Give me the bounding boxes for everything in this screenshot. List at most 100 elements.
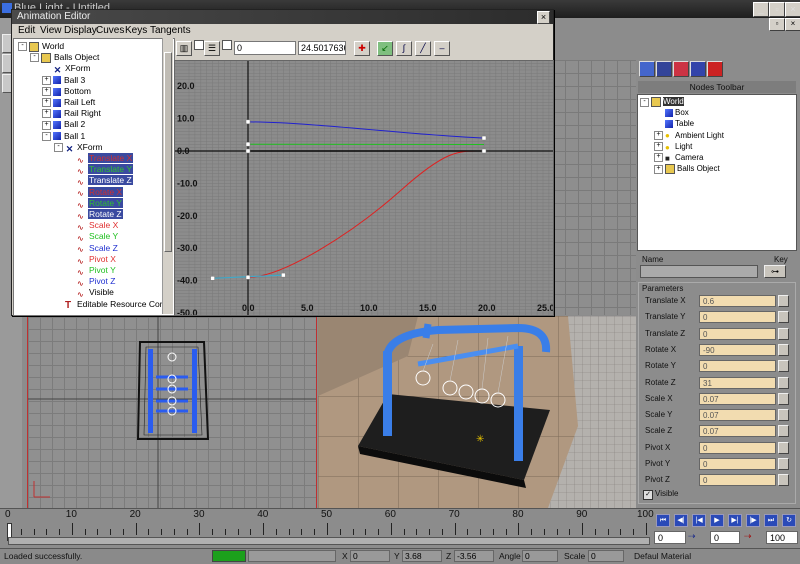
snap-value-checkbox[interactable] bbox=[222, 40, 232, 50]
curve-graph[interactable]: 20.010.00.0-10.0-20.0-30.0-40.0-50.00.05… bbox=[174, 60, 554, 316]
menu-tangents[interactable]: Tangents bbox=[150, 25, 191, 36]
tree-item[interactable]: ∿Scale Z bbox=[66, 243, 119, 254]
tree-item[interactable]: ∿Translate Y bbox=[66, 164, 133, 175]
node-item[interactable]: +●Ambient Light bbox=[654, 131, 724, 141]
tree-item[interactable]: +Bottom bbox=[42, 86, 92, 97]
param-spin-button[interactable] bbox=[778, 311, 789, 323]
tree-item[interactable]: TEditable Resource Con bbox=[54, 299, 165, 310]
param-value-field[interactable]: 31 bbox=[699, 377, 776, 389]
add-key-button[interactable]: ✚ bbox=[354, 41, 370, 56]
visible-checkbox[interactable]: ✓ bbox=[643, 490, 653, 500]
expand-icon[interactable]: + bbox=[654, 153, 663, 162]
menu-edit[interactable]: Edit bbox=[18, 25, 35, 36]
param-spin-button[interactable] bbox=[778, 328, 789, 340]
key-marker[interactable] bbox=[246, 149, 250, 153]
maximize-button[interactable]: ▫ bbox=[769, 2, 785, 17]
param-spin-button[interactable] bbox=[778, 344, 789, 356]
curve-tree[interactable]: -World-Balls Object✕XForm+Ball 3+Bottom+… bbox=[13, 38, 175, 316]
menu-display[interactable]: Display bbox=[64, 25, 97, 36]
tree-item[interactable]: ∿Scale Y bbox=[66, 231, 119, 242]
key-marker[interactable] bbox=[246, 142, 250, 146]
key-button[interactable]: ⊶ bbox=[764, 265, 786, 278]
timeline-ruler[interactable]: 0102030405060708090100 bbox=[8, 509, 646, 537]
menu-keys[interactable]: Keys bbox=[125, 25, 147, 36]
param-spin-button[interactable] bbox=[778, 474, 789, 486]
goto-end-button[interactable]: ⏭ bbox=[764, 514, 778, 527]
tangent-flat-button[interactable]: ╱ bbox=[415, 41, 431, 56]
expand-icon[interactable]: + bbox=[42, 109, 51, 118]
scrollbar-thumb[interactable] bbox=[164, 52, 172, 252]
nodes-tree[interactable]: -WorldBoxTable+●Ambient Light+●Light+■Ca… bbox=[637, 94, 797, 251]
param-value-field[interactable]: 0 bbox=[699, 360, 776, 372]
tree-item[interactable]: ∿Rotate X bbox=[66, 187, 123, 198]
animation-editor-window[interactable]: Animation Editor × Edit View Display Cuv… bbox=[11, 9, 554, 316]
tree-item[interactable]: ∿Pivot X bbox=[66, 254, 117, 265]
node-item[interactable]: +●Light bbox=[654, 142, 692, 152]
perspective-viewport[interactable]: ✳ bbox=[318, 316, 636, 508]
mdi-restore-button[interactable]: ▫ bbox=[769, 18, 785, 31]
expand-icon[interactable]: + bbox=[654, 131, 663, 140]
param-value-field[interactable]: 0.07 bbox=[699, 409, 776, 421]
key-marker[interactable] bbox=[482, 149, 486, 153]
start-frame-field[interactable]: 0 bbox=[710, 531, 740, 544]
timeline-track[interactable] bbox=[8, 537, 650, 545]
frame-field[interactable]: 0 bbox=[234, 41, 296, 55]
tree-item[interactable]: ∿Translate X bbox=[66, 153, 133, 164]
expand-icon[interactable]: + bbox=[42, 87, 51, 96]
collapse-icon[interactable]: - bbox=[640, 98, 649, 107]
prev-frame-button[interactable]: |◀ bbox=[692, 514, 706, 527]
goto-start-button[interactable]: ⏮ bbox=[656, 514, 670, 527]
loop-button[interactable]: ↻ bbox=[782, 514, 796, 527]
curve-graph-canvas[interactable]: 20.010.00.0-10.0-20.0-30.0-40.0-50.00.05… bbox=[175, 61, 553, 315]
param-value-field[interactable]: 0.07 bbox=[699, 393, 776, 405]
tree-item[interactable]: -World bbox=[18, 41, 65, 52]
next-key-button[interactable]: |▶ bbox=[746, 514, 760, 527]
key-marker[interactable] bbox=[246, 120, 250, 124]
param-value-field[interactable]: 0 bbox=[699, 311, 776, 323]
param-spin-button[interactable] bbox=[778, 393, 789, 405]
animation-editor-close-button[interactable]: × bbox=[537, 11, 550, 24]
curve-tree-scrollbar[interactable] bbox=[162, 38, 173, 314]
front-viewport[interactable] bbox=[27, 316, 317, 510]
param-spin-button[interactable] bbox=[778, 442, 789, 454]
param-spin-button[interactable] bbox=[778, 360, 789, 372]
param-value-field[interactable]: 0 bbox=[699, 442, 776, 454]
key-marker[interactable] bbox=[246, 275, 250, 279]
value-field[interactable]: 24.5017636( bbox=[298, 41, 346, 55]
expand-icon[interactable]: + bbox=[654, 165, 663, 174]
param-value-field[interactable]: 0 bbox=[699, 458, 776, 470]
expand-icon[interactable]: + bbox=[42, 98, 51, 107]
tree-item[interactable]: ∿Translate Z bbox=[66, 175, 133, 186]
param-value-field[interactable]: 0.07 bbox=[699, 425, 776, 437]
param-value-field[interactable]: 0 bbox=[699, 474, 776, 486]
end-frame-field[interactable]: 100 bbox=[766, 531, 798, 544]
tree-item[interactable]: ∿Pivot Y bbox=[66, 265, 117, 276]
node-item[interactable]: -World bbox=[640, 97, 684, 107]
key-marker[interactable] bbox=[211, 276, 215, 280]
tree-item[interactable]: +Rail Right bbox=[42, 108, 102, 119]
param-value-field[interactable]: 0.6 bbox=[699, 295, 776, 307]
expand-icon[interactable]: + bbox=[42, 121, 51, 130]
curves-tab-icon[interactable] bbox=[707, 61, 723, 77]
tree-item[interactable]: -Ball 1 bbox=[42, 131, 86, 142]
tree-item[interactable]: ∿Rotate Y bbox=[66, 198, 123, 209]
lights-tab-icon[interactable] bbox=[690, 61, 706, 77]
tree-item[interactable]: +Rail Left bbox=[42, 97, 96, 108]
param-spin-button[interactable] bbox=[778, 409, 789, 421]
node-item[interactable]: Box bbox=[654, 108, 689, 118]
param-spin-button[interactable] bbox=[778, 295, 789, 307]
node-item[interactable]: +■Camera bbox=[654, 153, 703, 163]
name-field[interactable] bbox=[640, 265, 758, 278]
expand-icon[interactable]: + bbox=[42, 76, 51, 85]
tree-item[interactable]: -Balls Object bbox=[30, 52, 100, 63]
tree-item[interactable]: ∿Visible bbox=[66, 287, 115, 298]
textures-tab-icon[interactable] bbox=[673, 61, 689, 77]
tree-item[interactable]: -✕XForm bbox=[54, 142, 104, 153]
set-start-icon[interactable]: ⇢ bbox=[688, 531, 708, 544]
param-spin-button[interactable] bbox=[778, 458, 789, 470]
value-ruler-button[interactable]: ☰ bbox=[204, 41, 220, 56]
play-button[interactable]: ▶ bbox=[710, 514, 724, 527]
tangent-step-button[interactable]: – bbox=[434, 41, 450, 56]
materials-tab-icon[interactable] bbox=[656, 61, 672, 77]
node-item[interactable]: +Balls Object bbox=[654, 164, 720, 174]
